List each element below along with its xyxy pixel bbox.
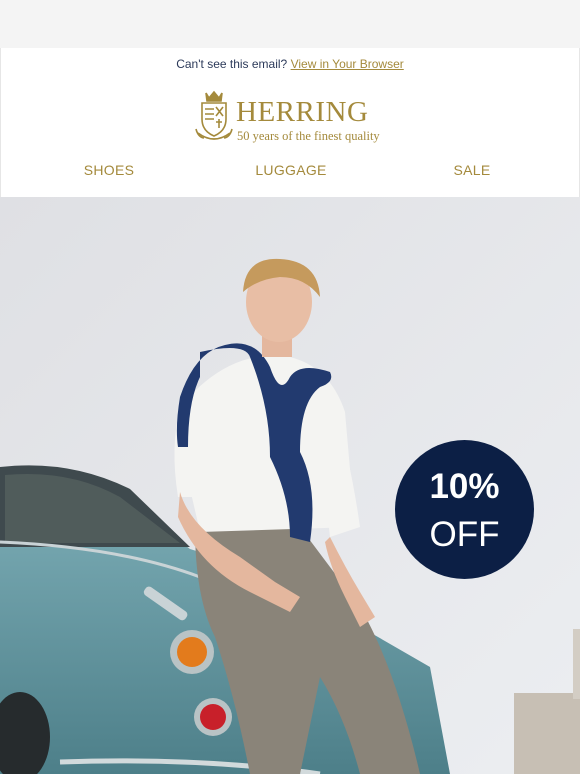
main-nav: SHOES LUGGAGE SALE [1, 162, 579, 182]
nav-luggage[interactable]: LUGGAGE [255, 162, 326, 178]
nav-sale[interactable]: SALE [454, 162, 491, 178]
badge-off: OFF [429, 515, 500, 554]
hero-banner[interactable]: 10% OFF [0, 197, 580, 774]
nav-shoes[interactable]: SHOES [84, 162, 135, 178]
brand-name: HERRING [236, 96, 369, 128]
crest-icon [195, 90, 233, 140]
discount-badge[interactable]: 10% OFF [395, 440, 534, 579]
view-in-browser-link[interactable]: View in Your Browser [291, 57, 404, 71]
brand-logo[interactable]: HERRING 50 years of the finest quality [194, 89, 394, 145]
badge-percent: 10% [429, 467, 500, 506]
preheader-text: Can't see this email? [176, 57, 288, 71]
preheader: Can't see this email? View in Your Brows… [1, 57, 579, 71]
top-spacer [0, 0, 580, 48]
brand-tagline: 50 years of the finest quality [237, 129, 380, 143]
email-header: Can't see this email? View in Your Brows… [0, 48, 580, 197]
